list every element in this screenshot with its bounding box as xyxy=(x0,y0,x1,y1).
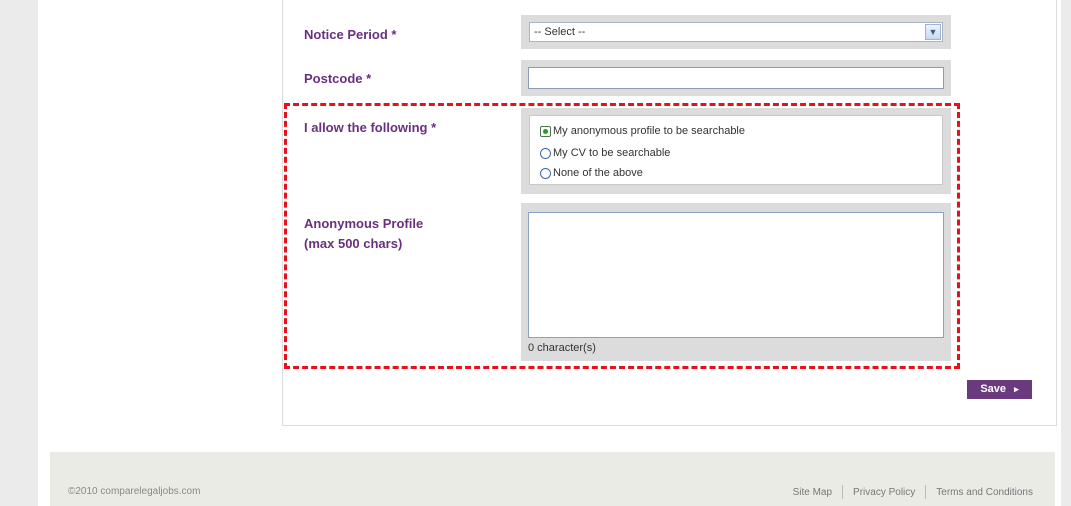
chevron-down-icon[interactable]: ▼ xyxy=(925,24,941,40)
copyright: ©2010 comparelegaljobs.com xyxy=(68,486,201,497)
postcode-input[interactable] xyxy=(528,67,944,89)
arrow-right-icon: ▸ xyxy=(1014,384,1019,394)
notice-period-value: -- Select -- xyxy=(534,26,586,38)
left-margin xyxy=(0,0,38,506)
save-label: Save xyxy=(980,383,1007,395)
divider xyxy=(842,485,844,499)
footer-links: Site Map Privacy Policy Terms and Condit… xyxy=(793,485,1033,499)
notice-period-label: Notice Period * xyxy=(304,27,397,42)
postcode-label: Postcode * xyxy=(304,71,372,86)
divider xyxy=(925,485,927,499)
footer-link-terms[interactable]: Terms and Conditions xyxy=(936,487,1033,498)
footer-link-sitemap[interactable]: Site Map xyxy=(793,487,832,498)
right-margin xyxy=(1061,0,1071,506)
notice-period-select[interactable]: -- Select -- ▼ xyxy=(529,22,943,42)
footer-link-privacy[interactable]: Privacy Policy xyxy=(853,487,915,498)
highlight-outline xyxy=(284,103,960,369)
save-button[interactable]: Save ▸ xyxy=(967,380,1032,399)
